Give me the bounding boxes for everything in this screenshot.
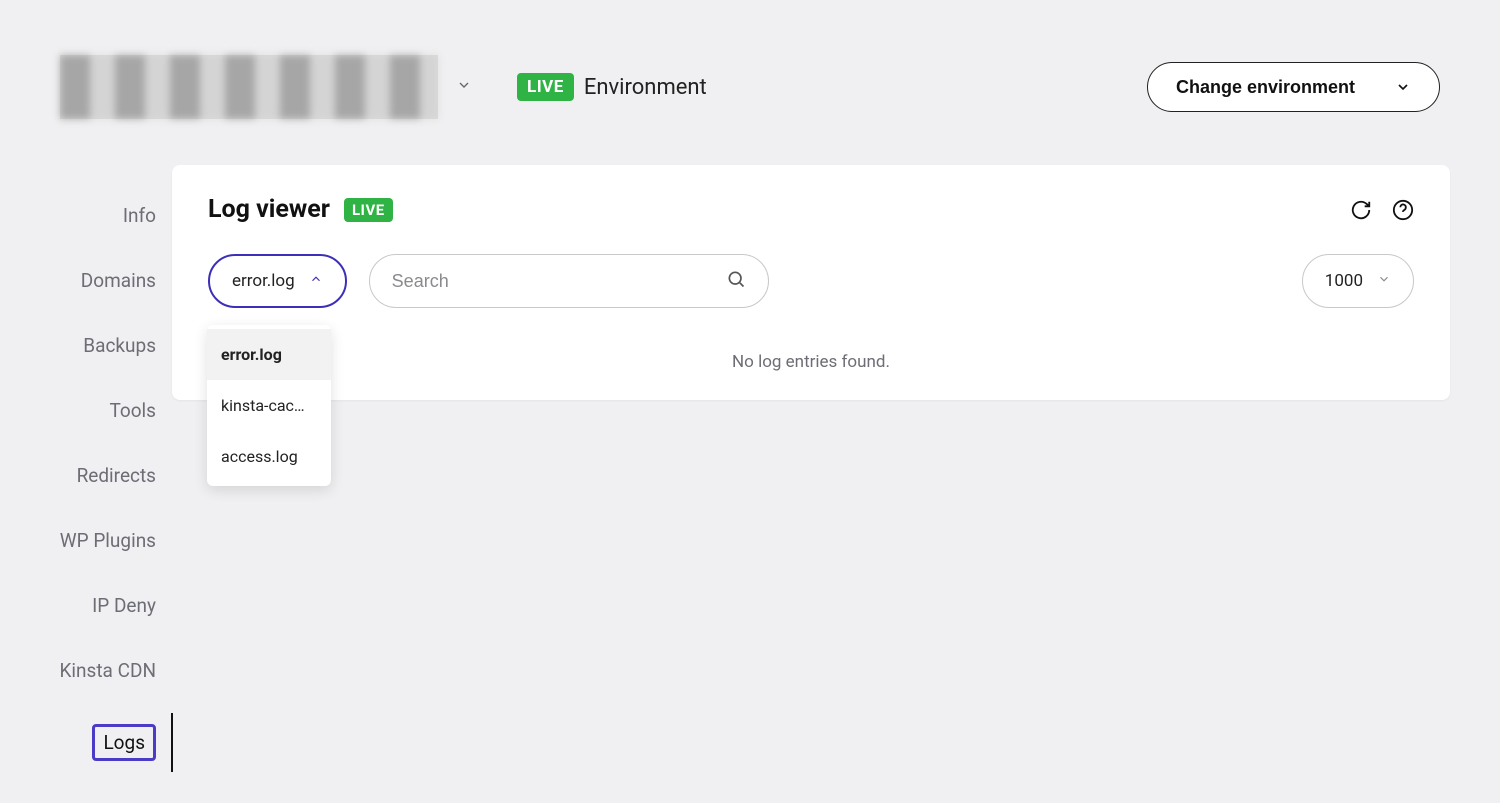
change-environment-label: Change environment bbox=[1176, 77, 1355, 98]
row-count-select[interactable]: 1000 bbox=[1302, 254, 1414, 308]
sidebar-item-ip-deny[interactable]: IP Deny bbox=[88, 591, 160, 620]
search-icon bbox=[726, 269, 746, 293]
panel-title: Log viewer bbox=[208, 195, 330, 224]
log-file-dropdown-menu: error.log kinsta-cac… access.log bbox=[207, 325, 331, 486]
help-icon bbox=[1392, 199, 1414, 221]
change-environment-button[interactable]: Change environment bbox=[1147, 62, 1440, 112]
log-file-select[interactable]: error.log bbox=[208, 254, 347, 308]
search-input[interactable] bbox=[392, 271, 726, 292]
site-name-redacted bbox=[60, 55, 438, 119]
chevron-down-icon bbox=[456, 77, 472, 93]
sidebar-item-info[interactable]: Info bbox=[119, 201, 160, 230]
dropdown-option-kinsta-cache[interactable]: kinsta-cac… bbox=[207, 380, 331, 431]
chevron-down-icon bbox=[1377, 271, 1391, 291]
search-field-wrap[interactable] bbox=[369, 254, 769, 308]
refresh-icon bbox=[1350, 199, 1372, 221]
row-count-value: 1000 bbox=[1325, 271, 1363, 291]
dropdown-option-error-log[interactable]: error.log bbox=[207, 329, 331, 380]
sidebar-item-kinsta-cdn[interactable]: Kinsta CDN bbox=[56, 656, 161, 685]
content-area: Info Domains Backups Tools Redirects WP … bbox=[0, 165, 1500, 803]
sidebar-item-domains[interactable]: Domains bbox=[77, 266, 160, 295]
help-button[interactable] bbox=[1392, 199, 1414, 221]
environment-indicator: LIVE Environment bbox=[517, 73, 707, 101]
sidebar-item-wp-plugins[interactable]: WP Plugins bbox=[56, 526, 160, 555]
panel-header: Log viewer LIVE bbox=[208, 195, 1414, 224]
controls-row: error.log 1000 bbox=[208, 254, 1414, 308]
panel-actions bbox=[1350, 199, 1414, 221]
panel-live-badge: LIVE bbox=[344, 198, 393, 222]
sidebar-nav: Info Domains Backups Tools Redirects WP … bbox=[0, 165, 172, 803]
sidebar-item-logs[interactable]: Logs bbox=[92, 724, 156, 761]
environment-label: Environment bbox=[584, 75, 707, 100]
site-dropdown-caret[interactable] bbox=[456, 77, 472, 97]
sidebar-item-logs-wrap[interactable]: Logs bbox=[88, 721, 160, 764]
live-badge: LIVE bbox=[517, 73, 574, 101]
chevron-up-icon bbox=[309, 271, 323, 291]
refresh-button[interactable] bbox=[1350, 199, 1372, 221]
sidebar-item-backups[interactable]: Backups bbox=[79, 331, 160, 360]
chevron-down-icon bbox=[1395, 79, 1411, 95]
empty-state-message: No log entries found. bbox=[208, 352, 1414, 372]
log-viewer-panel: Log viewer LIVE error.log bbox=[172, 165, 1450, 400]
log-file-select-value: error.log bbox=[232, 271, 295, 291]
page-header: LIVE Environment Change environment bbox=[60, 55, 1440, 119]
sidebar-item-tools[interactable]: Tools bbox=[105, 396, 160, 425]
sidebar-item-redirects[interactable]: Redirects bbox=[73, 461, 160, 490]
dropdown-option-access-log[interactable]: access.log bbox=[207, 431, 331, 482]
